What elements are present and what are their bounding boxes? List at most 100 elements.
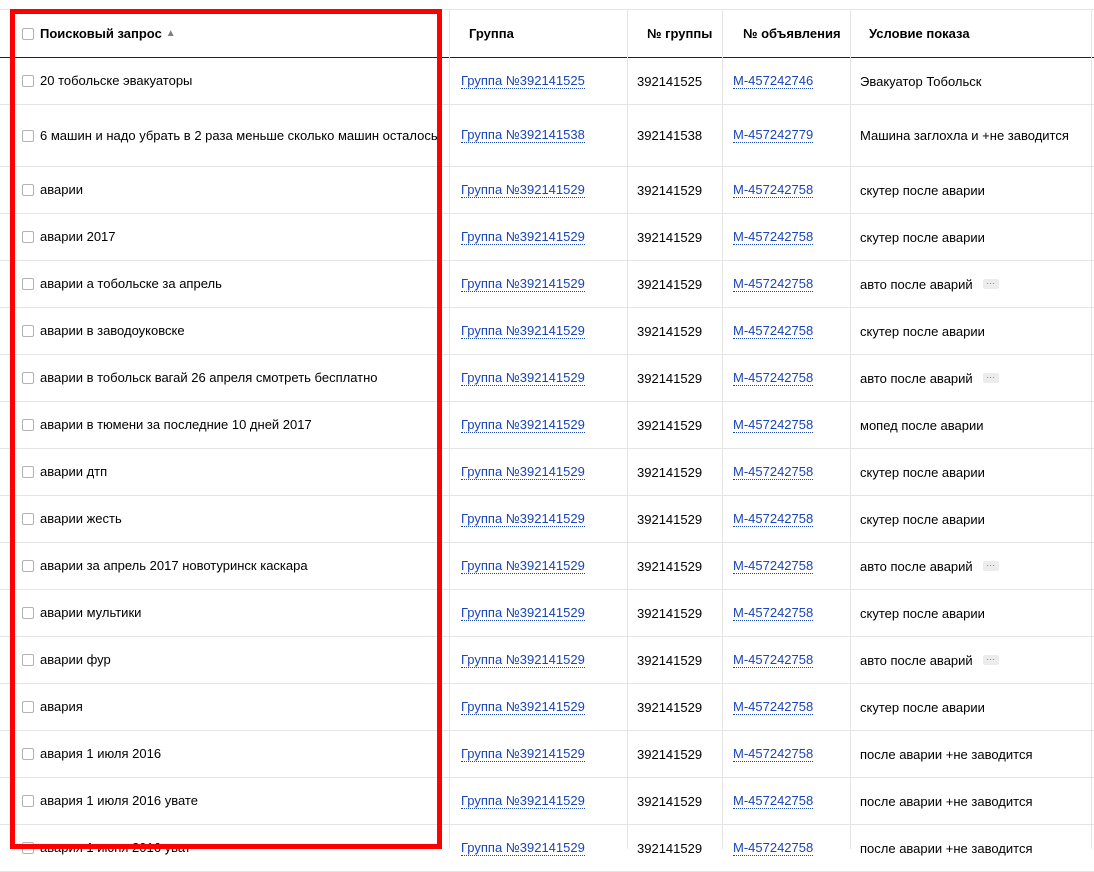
- table-row: авария Группа №392141529 392141529 M-457242…: [0, 684, 1094, 731]
- group-cell: Группа №392141529: [461, 731, 621, 777]
- ad-link[interactable]: M-457242758: [733, 323, 814, 339]
- group-cell: Группа №392141529: [461, 825, 621, 871]
- row-checkbox[interactable]: [22, 701, 34, 713]
- condition-cell: авто после аварий ···: [860, 355, 1092, 401]
- row-checkbox[interactable]: [22, 466, 34, 478]
- query-cell: аварии 2017: [22, 214, 438, 260]
- row-checkbox[interactable]: [22, 795, 34, 807]
- sort-ascending-icon[interactable]: ▲: [166, 28, 176, 39]
- more-options-button[interactable]: ···: [982, 655, 999, 665]
- row-checkbox[interactable]: [22, 560, 34, 572]
- query-cell: аварии жесть: [22, 496, 438, 542]
- group-link[interactable]: Группа №392141529: [461, 229, 585, 245]
- group-number: 392141529: [637, 558, 703, 574]
- query-text: авария 1 июля 2016 увате: [40, 793, 198, 808]
- group-cell: Группа №392141529: [461, 543, 621, 589]
- ad-cell: M-457242758: [733, 684, 843, 730]
- header-group[interactable]: Группа: [469, 10, 629, 57]
- row-checkbox[interactable]: [22, 419, 34, 431]
- row-checkbox[interactable]: [22, 842, 34, 854]
- row-checkbox[interactable]: [22, 372, 34, 384]
- group-link[interactable]: Группа №392141529: [461, 417, 585, 433]
- ad-link[interactable]: M-457242758: [733, 793, 814, 809]
- group-link[interactable]: Группа №392141529: [461, 370, 585, 386]
- condition-text: после аварии +не заводится: [860, 793, 1033, 809]
- group-link[interactable]: Группа №392141529: [461, 464, 585, 480]
- ad-link[interactable]: M-457242758: [733, 229, 814, 245]
- row-checkbox[interactable]: [22, 75, 34, 87]
- group-link[interactable]: Группа №392141529: [461, 605, 585, 621]
- table-row: аварии 2017 Группа №392141529 392141529 M-4…: [0, 214, 1094, 261]
- search-queries-table: Поисковый запрос ▲ Группа № группы № объ…: [0, 9, 1094, 872]
- ad-cell: M-457242758: [733, 261, 843, 307]
- ad-link[interactable]: M-457242758: [733, 464, 814, 480]
- query-text: авария 1 июня 2016 уват: [40, 840, 191, 855]
- group-link[interactable]: Группа №392141538: [461, 128, 585, 143]
- header-condition[interactable]: Условие показа: [869, 10, 1094, 57]
- ad-link[interactable]: M-457242758: [733, 558, 814, 574]
- group-link[interactable]: Группа №392141529: [461, 511, 585, 527]
- ad-link[interactable]: M-457242758: [733, 840, 814, 856]
- query-cell: 6 машин и надо убрать в 2 раза меньше ск…: [22, 105, 438, 166]
- ad-cell: M-457242758: [733, 731, 843, 777]
- query-cell: аварии в тобольск вагай 26 апреля смотре…: [22, 355, 438, 401]
- more-options-button[interactable]: ···: [982, 279, 999, 289]
- ad-link[interactable]: M-457242758: [733, 652, 814, 668]
- group-cell: Группа №392141529: [461, 167, 621, 213]
- row-checkbox[interactable]: [22, 325, 34, 337]
- ad-cell: M-457242758: [733, 308, 843, 354]
- ad-link[interactable]: M-457242758: [733, 605, 814, 621]
- group-link[interactable]: Группа №392141529: [461, 652, 585, 668]
- condition-text: после аварии +не заводится: [860, 840, 1033, 856]
- header-ad-number[interactable]: № объявления: [743, 10, 853, 57]
- condition-text: скутер после аварии: [860, 323, 985, 339]
- ad-link[interactable]: M-457242758: [733, 182, 814, 198]
- ad-link[interactable]: M-457242758: [733, 511, 814, 527]
- table-body: 20 тобольске эвакуаторы Группа №392141525…: [0, 58, 1094, 872]
- group-link[interactable]: Группа №392141525: [461, 73, 585, 89]
- header-group-number[interactable]: № группы: [647, 10, 727, 57]
- ad-link[interactable]: M-457242758: [733, 276, 814, 292]
- row-checkbox[interactable]: [22, 654, 34, 666]
- row-checkbox[interactable]: [22, 748, 34, 760]
- group-number: 392141529: [637, 793, 703, 809]
- row-checkbox[interactable]: [22, 129, 34, 142]
- query-text: авария 1 июля 2016: [40, 746, 162, 761]
- group-link[interactable]: Группа №392141529: [461, 840, 585, 856]
- group-link[interactable]: Группа №392141529: [461, 323, 585, 339]
- more-options-button[interactable]: ···: [982, 373, 999, 383]
- ad-link[interactable]: M-457242758: [733, 746, 814, 762]
- condition-text: Эвакуатор Тобольск: [860, 73, 982, 89]
- group-link[interactable]: Группа №392141529: [461, 182, 585, 198]
- header-query-label[interactable]: Поисковый запрос: [40, 26, 162, 41]
- row-checkbox[interactable]: [22, 231, 34, 243]
- table-row: авария 1 июля 2016 увате Группа №39214152…: [0, 778, 1094, 825]
- row-checkbox[interactable]: [22, 278, 34, 290]
- table-row: аварии фур Группа №392141529 392141529 M-45…: [0, 637, 1094, 684]
- table-row: аварии в тюмени за последние 10 дней 201…: [0, 402, 1094, 449]
- group-link[interactable]: Группа №392141529: [461, 793, 585, 809]
- group-link[interactable]: Группа №392141529: [461, 746, 585, 762]
- ad-link[interactable]: M-457242758: [733, 370, 814, 386]
- ad-link[interactable]: M-457242758: [733, 699, 814, 715]
- group-link[interactable]: Группа №392141529: [461, 699, 585, 715]
- header-query-cell[interactable]: Поисковый запрос ▲: [22, 10, 438, 57]
- table-row: аварии мультики Группа №392141529 39214152…: [0, 590, 1094, 637]
- select-all-checkbox[interactable]: [22, 27, 34, 40]
- query-text: аварии за апрель 2017 новотуринск каскар…: [40, 558, 308, 573]
- query-text: аварии а тобольске за апрель: [40, 276, 222, 291]
- more-options-button[interactable]: ···: [982, 561, 999, 571]
- ad-link[interactable]: M-457242758: [733, 417, 814, 433]
- group-link[interactable]: Группа №392141529: [461, 558, 585, 574]
- query-cell: аварии в заводоуковске: [22, 308, 438, 354]
- ad-link[interactable]: M-457242779: [733, 128, 814, 143]
- row-checkbox[interactable]: [22, 184, 34, 196]
- condition-cell: скутер после аварии: [860, 684, 1092, 730]
- group-cell: Группа №392141529: [461, 449, 621, 495]
- ad-link[interactable]: M-457242746: [733, 73, 814, 89]
- group-link[interactable]: Группа №392141529: [461, 276, 585, 292]
- row-checkbox[interactable]: [22, 607, 34, 619]
- query-text: аварии в заводоуковске: [40, 323, 185, 338]
- row-checkbox[interactable]: [22, 513, 34, 525]
- column-divider: [1091, 9, 1092, 849]
